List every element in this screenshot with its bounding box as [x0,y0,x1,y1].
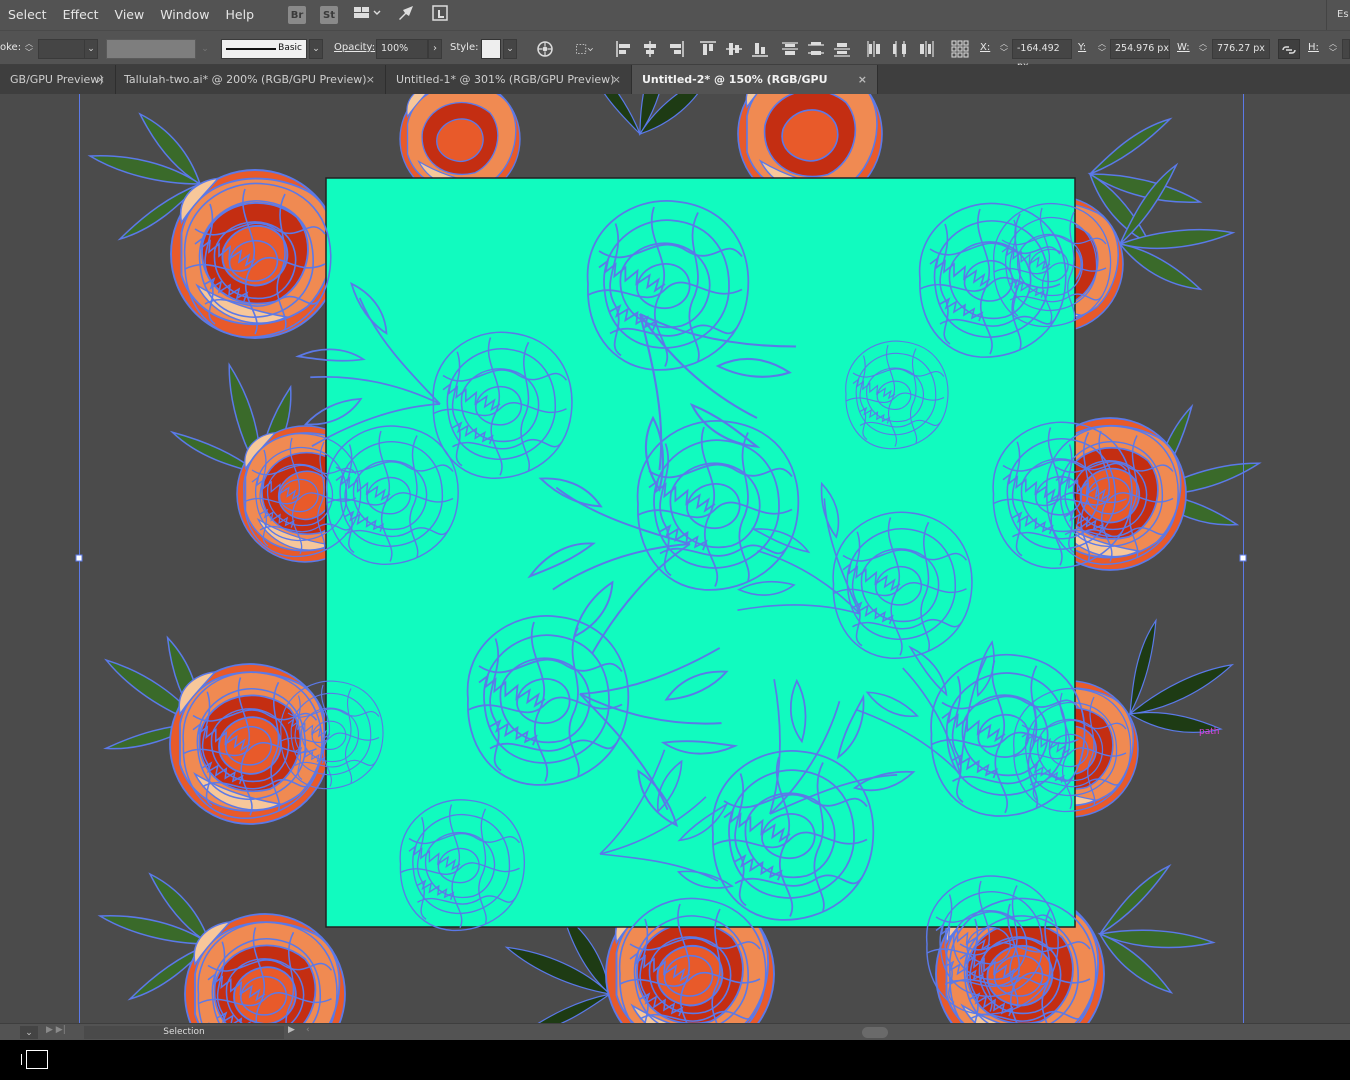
graphic-style-swatch[interactable] [481,39,501,59]
play-arrow-icon[interactable]: ▶ [288,1025,295,1035]
bridge-icon[interactable]: Br [288,6,307,24]
x-field[interactable]: -164.492 px [1012,39,1072,72]
menu-effect[interactable]: Effect [55,0,107,30]
document-tabs: GB/GPU Preview) × Tallulah-two.ai* @ 200… [0,65,1350,115]
y-field[interactable]: 254.976 px [1110,39,1170,59]
stock-icon[interactable]: St [320,6,339,24]
stroke-stepper[interactable]: ︿ ﹀ [22,39,36,59]
opacity-label[interactable]: Opacity: [334,42,375,53]
tab-tallulah[interactable]: Tallulah-two.ai* @ 200% (RGB/GPU Preview… [116,65,386,94]
task-view-icon[interactable] [21,1050,48,1069]
close-icon[interactable]: × [96,65,105,94]
align-hcenter-icon[interactable] [640,39,660,59]
h-field[interactable] [1342,39,1350,59]
close-icon[interactable]: × [366,65,375,94]
tab-label: Untitled-1* @ 301% (RGB/GPU Preview) [396,73,615,86]
opacity-field[interactable]: 100% [376,39,428,59]
menu-bar: Select Effect View Window Help Br St Es [0,0,1350,30]
brush-dropdown[interactable]: ⌄ [309,39,323,59]
style-label: Style: [450,42,479,53]
menu-right-label[interactable]: Es [1326,0,1350,30]
tab-untitled-1[interactable]: Untitled-1* @ 301% (RGB/GPU Preview) × [386,65,632,94]
control-bar: oke: ︿ ﹀ ⌄ ⌄ Basic ⌄ Opacity: 100% › Styl… [0,30,1350,72]
stroke-label: oke: [0,42,22,53]
resize-handle-left[interactable] [75,554,83,562]
brush-label: Basic [278,43,302,53]
stroke-weight-field[interactable] [38,39,86,59]
tab-label: GB/GPU Preview) [10,73,104,86]
opacity-arrow[interactable]: › [428,39,442,59]
tab-doc-1[interactable]: GB/GPU Preview) × [0,65,116,94]
distribute-right-icon[interactable] [916,39,936,59]
menu-help[interactable]: Help [218,0,263,30]
h-label[interactable]: H: [1308,42,1319,53]
status-bar: ⌄ ▶ ▶| Selection ▶ ‹ [0,1023,1350,1040]
close-icon[interactable]: × [612,65,621,94]
align-top-icon[interactable] [698,39,718,59]
current-tool-indicator[interactable]: Selection [84,1026,284,1039]
align-right-icon[interactable] [666,39,686,59]
w-field[interactable]: 776.27 px [1212,39,1270,59]
close-icon[interactable]: × [858,65,867,94]
artwork: .leaf { fill: #3a6a2a; stroke: #5b79e8; … [75,94,1282,1023]
illustrator-window: Select Effect View Window Help Br St Es … [0,0,1350,1080]
tab-untitled-2[interactable]: Untitled-2* @ 150% (RGB/GPU Preview) × [632,65,878,115]
distribute-left-icon[interactable] [864,39,884,59]
smart-guide-label: path [1199,727,1219,737]
tab-label: Tallulah-two.ai* @ 200% (RGB/GPU Preview… [124,73,367,86]
menu-select[interactable]: Select [0,0,55,30]
recolor-icon[interactable] [535,39,555,59]
profile-dropdown[interactable]: ⌄ [196,39,214,59]
h-stepper[interactable]: ︿ ﹀ [1326,39,1340,59]
x-stepper[interactable]: ︿ ﹀ [997,39,1011,59]
align-vcenter-icon[interactable] [724,39,744,59]
app-icons: Br St [288,4,450,26]
y-stepper[interactable]: ︿ ﹀ [1095,39,1109,59]
w-stepper[interactable]: ︿ ﹀ [1196,39,1210,59]
x-label[interactable]: X: [980,42,990,53]
distribute-vcenter-icon[interactable] [806,39,826,59]
distribute-hcenter-icon[interactable] [890,39,910,59]
horizontal-scroll-thumb[interactable] [862,1027,888,1038]
menu-view[interactable]: View [107,0,153,30]
resize-handle-right[interactable] [1239,554,1247,562]
brush-stroke-preview [226,48,276,50]
brush-definition[interactable]: Basic [221,39,307,59]
variable-width-profile[interactable] [106,39,196,59]
gpu-icon[interactable] [396,4,416,26]
scroll-left-icon[interactable]: ‹ [306,1025,310,1035]
distribute-top-icon[interactable] [780,39,800,59]
workspace-icon[interactable] [352,4,382,26]
stroke-weight-dropdown[interactable]: ⌄ [84,39,98,59]
distribute-bottom-icon[interactable] [832,39,852,59]
touch-icon[interactable] [430,4,450,26]
menu-window[interactable]: Window [152,0,217,30]
zoom-dropdown[interactable]: ⌄ [20,1026,38,1039]
artboard-nav[interactable]: ▶ ▶| [46,1025,66,1035]
constrain-link-icon[interactable] [1278,39,1300,59]
taskbar [0,1040,1350,1080]
w-label[interactable]: W: [1177,42,1190,53]
y-label[interactable]: Y: [1078,42,1086,53]
select-similar-icon[interactable] [575,39,601,59]
style-dropdown[interactable]: ⌄ [503,39,517,59]
align-left-icon[interactable] [614,39,634,59]
reference-point-icon[interactable] [950,39,970,59]
document-canvas[interactable]: .leaf { fill: #3a6a2a; stroke: #5b79e8; … [0,94,1350,1023]
align-bottom-icon[interactable] [750,39,770,59]
